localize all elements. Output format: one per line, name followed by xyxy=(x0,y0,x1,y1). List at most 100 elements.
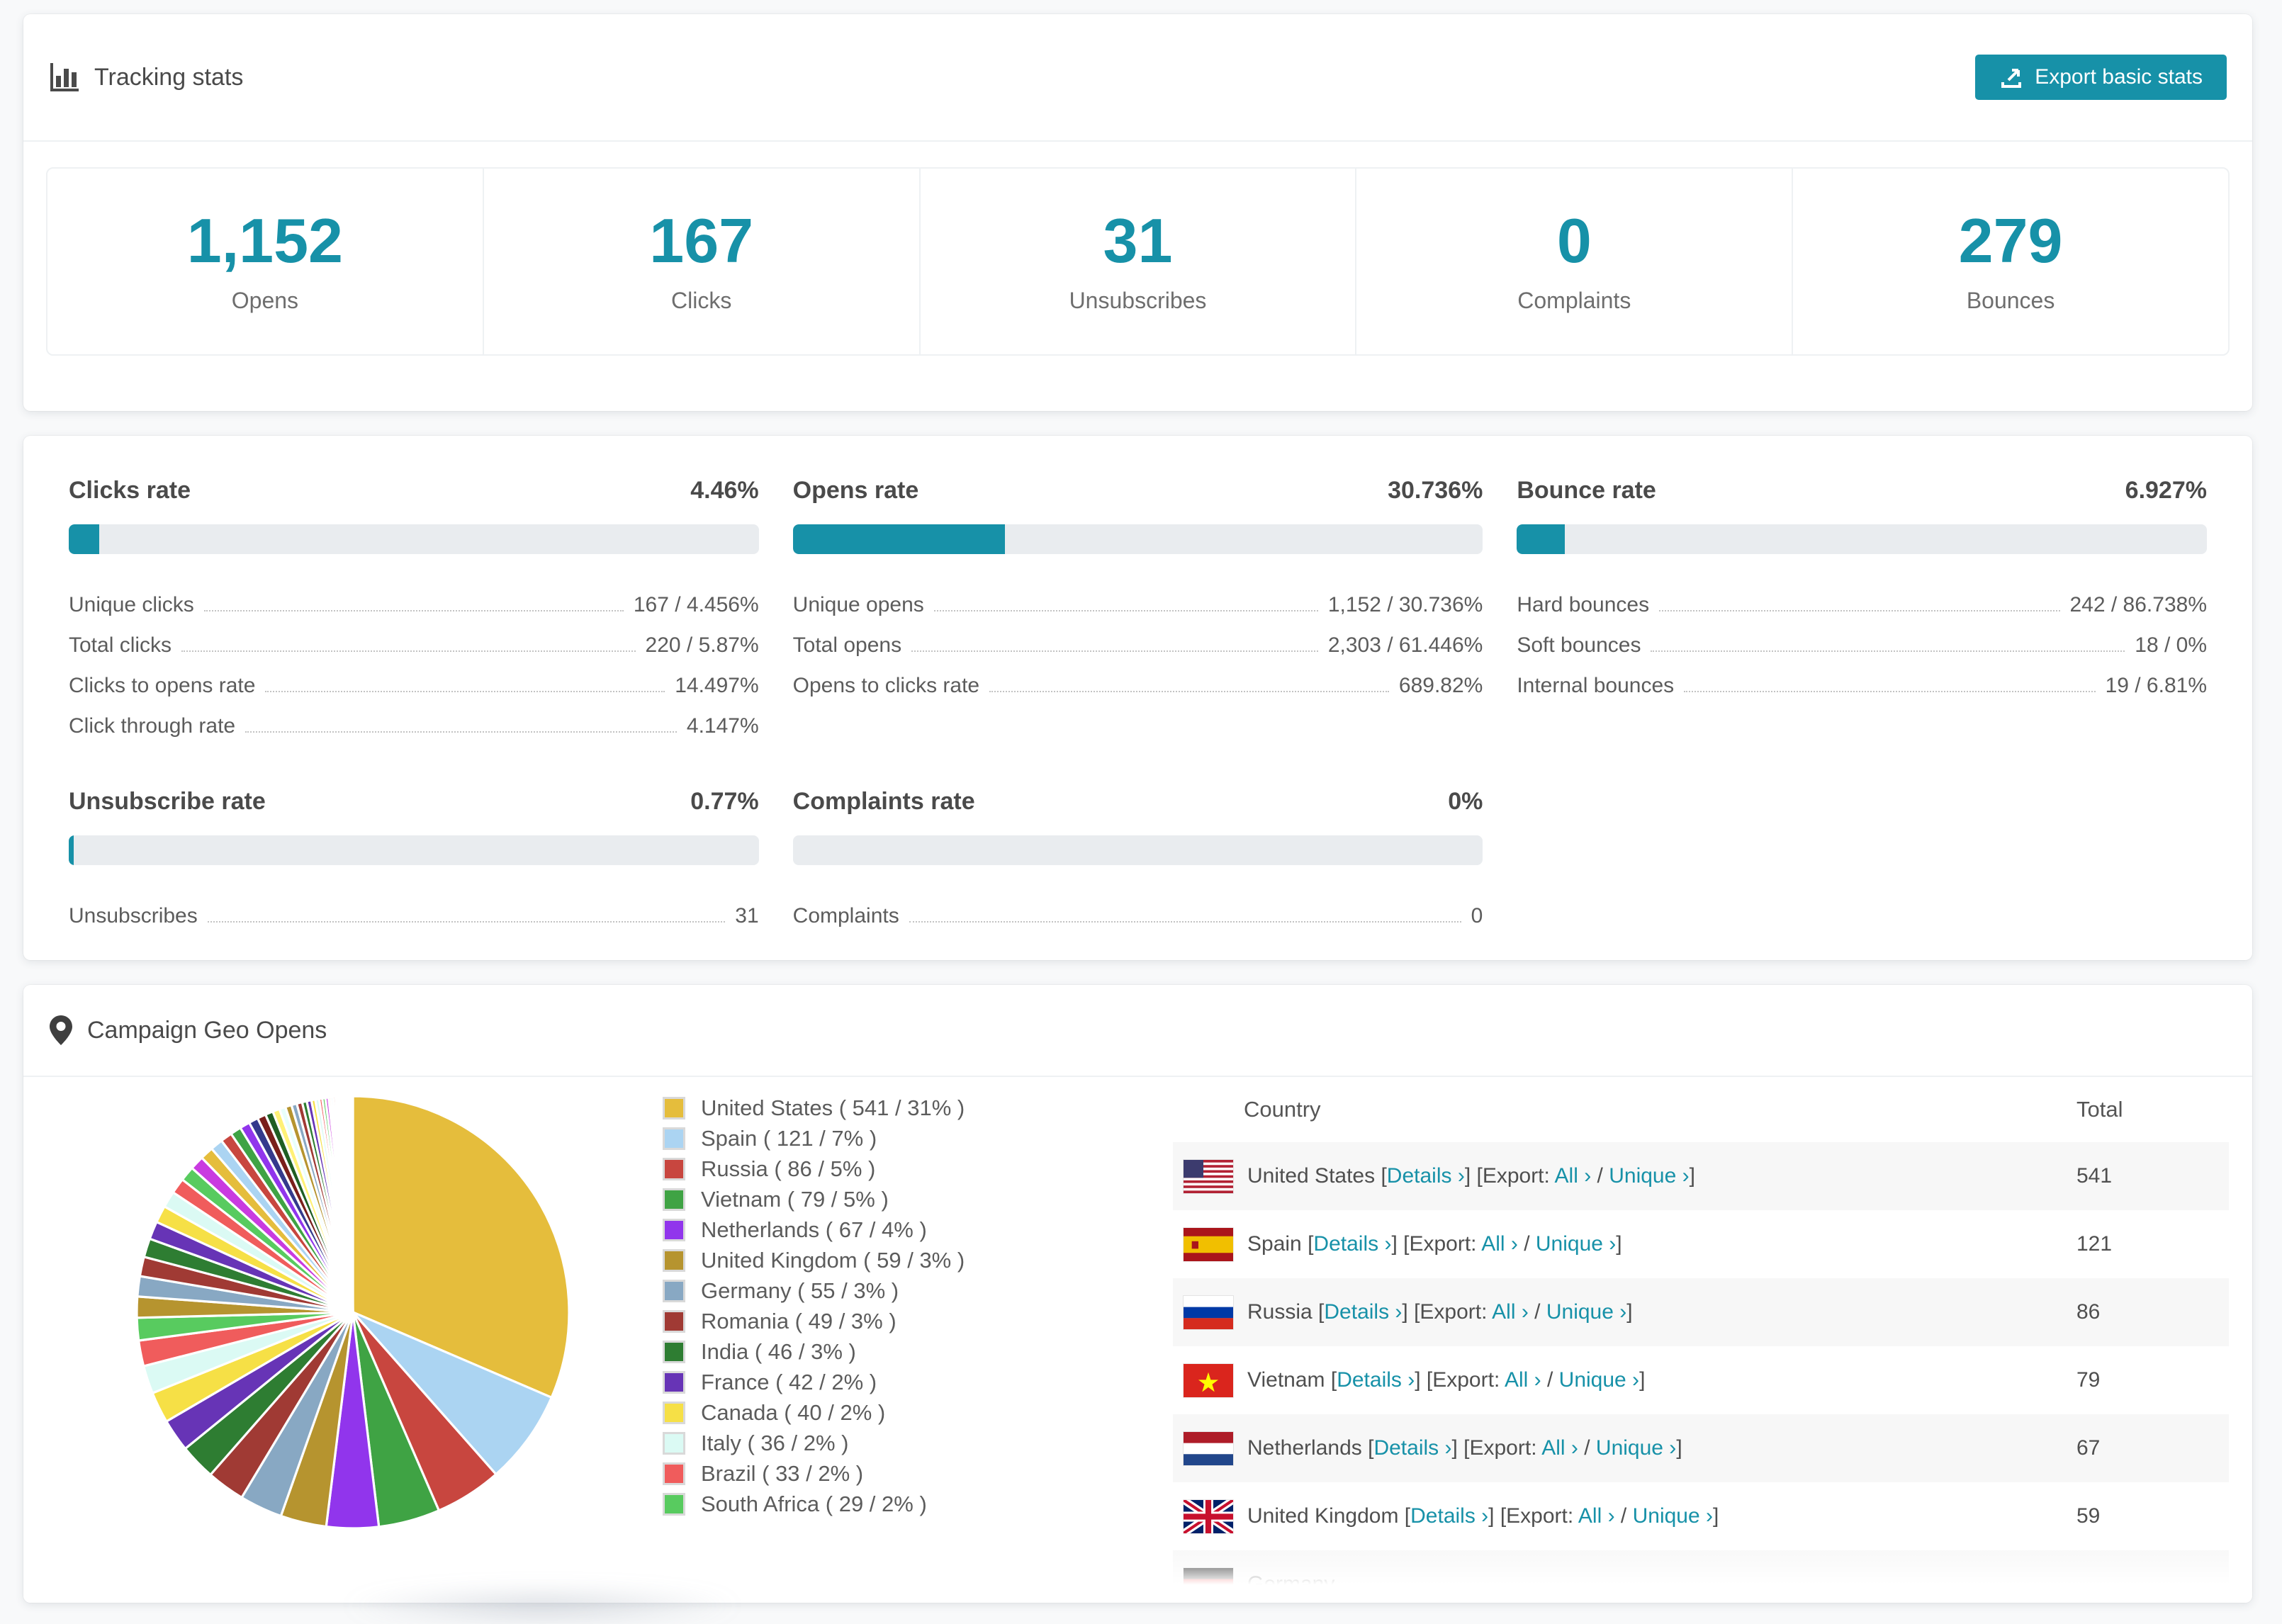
legend-swatch xyxy=(663,1248,685,1272)
rate-detail-value: 167 / 4.456% xyxy=(633,593,759,616)
legend-swatch xyxy=(663,1188,685,1211)
legend-item-germany: Germany ( 55 / 3% ) xyxy=(663,1275,965,1306)
stat-value: 279 xyxy=(1958,205,2063,276)
details-link[interactable]: Details › xyxy=(1387,1164,1465,1188)
campaign-geo-opens-card: Campaign Geo Opens United States ( 541 /… xyxy=(23,985,2252,1603)
export-basic-stats-button[interactable]: Export basic stats xyxy=(1975,55,2227,100)
legend-swatch xyxy=(663,1218,685,1241)
rate-detail-label: Total opens xyxy=(792,633,902,657)
legend-label: India ( 46 / 3% ) xyxy=(701,1338,856,1364)
dotted-leader xyxy=(203,610,624,611)
rate-detail-label: Unique opens xyxy=(792,593,924,616)
rate-value: 0.77% xyxy=(690,788,759,815)
geo-pie-chart xyxy=(84,1077,626,1603)
export-all-link[interactable]: All › xyxy=(1541,1436,1578,1460)
rate-detail-row: Unsubscribes 31 xyxy=(69,892,759,932)
stat-value: 31 xyxy=(1103,205,1173,276)
rate-detail-label: Opens to clicks rate xyxy=(792,674,980,697)
rate-detail-row: Hard bounces 242 / 86.738% xyxy=(1517,581,2207,621)
dotted-leader xyxy=(933,610,1318,611)
rate-value: 4.46% xyxy=(690,477,759,504)
country-name: United States xyxy=(1247,1164,1381,1188)
dotted-leader xyxy=(181,650,636,652)
legend-item-canada: Canada ( 40 / 2% ) xyxy=(663,1397,965,1428)
dotted-leader xyxy=(1651,650,2125,652)
details-link[interactable]: Details › xyxy=(1313,1232,1391,1256)
row-total: 86 xyxy=(2076,1300,2101,1324)
details-link[interactable]: Details › xyxy=(1410,1504,1488,1528)
country-name: Netherlands xyxy=(1247,1436,1368,1460)
country-name: Vietnam xyxy=(1247,1368,1331,1392)
legend-swatch xyxy=(663,1279,685,1302)
legend-item-france: France ( 42 / 2% ) xyxy=(663,1367,965,1397)
export-unique-link[interactable]: Unique › xyxy=(1536,1232,1616,1256)
legend-item-italy: Italy ( 36 / 2% ) xyxy=(663,1428,965,1458)
stat-label: Unsubscribes xyxy=(1069,287,1207,313)
table-row-netherlands: Netherlands [Details ›] [Export: All › /… xyxy=(1173,1414,2229,1482)
progress-bar-fill xyxy=(1517,524,1565,554)
rate-title: Bounce rate xyxy=(1517,477,1656,504)
legend-label: United States ( 541 / 31% ) xyxy=(701,1095,965,1120)
rate-detail-value: 31 xyxy=(735,904,759,927)
rate-detail-label: Unsubscribes xyxy=(69,904,198,927)
export-all-link[interactable]: All › xyxy=(1555,1164,1592,1188)
export-unique-link[interactable]: Unique › xyxy=(1559,1368,1639,1392)
stat-box-unsubscribes: 31 Unsubscribes xyxy=(921,169,1357,354)
row-total: 59 xyxy=(2076,1504,2101,1528)
rate-detail-value: 19 / 6.81% xyxy=(2105,674,2207,697)
legend-label: United Kingdom ( 59 / 3% ) xyxy=(701,1247,965,1273)
rate-detail-row: Unique clicks 167 / 4.456% xyxy=(69,581,759,621)
flag-us-icon xyxy=(1184,1159,1233,1193)
export-unique-link[interactable]: Unique › xyxy=(1609,1164,1689,1188)
rate-detail-value: 18 / 0% xyxy=(2135,633,2207,657)
details-link[interactable]: Details › xyxy=(1324,1300,1402,1324)
tracking-stats-title: Tracking stats xyxy=(94,63,244,91)
details-link[interactable]: Details › xyxy=(1337,1368,1415,1392)
legend-item-netherlands: Netherlands ( 67 / 4% ) xyxy=(663,1214,965,1245)
flag-vn-icon xyxy=(1184,1363,1233,1397)
table-row-russia: Russia [Details ›] [Export: All › / Uniq… xyxy=(1173,1278,2229,1346)
table-row-united-states: United States [Details ›] [Export: All ›… xyxy=(1173,1142,2229,1210)
progress-bar xyxy=(69,835,759,865)
map-pin-icon xyxy=(49,1015,73,1046)
rate-detail-value: 14.497% xyxy=(675,674,759,697)
rates-card: Clicks rate 4.46% Unique clicks 167 / 4.456… xyxy=(23,436,2252,960)
rate-detail-value: 0 xyxy=(1471,904,1483,927)
flag-gb-icon xyxy=(1184,1499,1233,1533)
legend-item-brazil: Brazil ( 33 / 2% ) xyxy=(663,1458,965,1489)
export-unique-link[interactable]: Unique › xyxy=(1633,1504,1713,1528)
export-all-link[interactable]: All › xyxy=(1578,1504,1615,1528)
legend-item-spain: Spain ( 121 / 7% ) xyxy=(663,1123,965,1154)
flag-ru-icon xyxy=(1184,1295,1233,1329)
dotted-leader xyxy=(989,691,1389,692)
rate-title: Clicks rate xyxy=(69,477,191,504)
progress-bar-fill xyxy=(69,524,100,554)
rate-value: 30.736% xyxy=(1388,477,1483,504)
country-name: Germany xyxy=(1247,1572,1335,1596)
flag-de-icon xyxy=(1184,1567,1233,1601)
legend-label: France ( 42 / 2% ) xyxy=(701,1369,877,1394)
details-link[interactable]: Details › xyxy=(1373,1436,1451,1460)
rate-detail-row: Opens to clicks rate 689.82% xyxy=(793,662,1483,702)
export-all-link[interactable]: All › xyxy=(1481,1232,1518,1256)
rate-detail-value: 242 / 86.738% xyxy=(2069,593,2208,616)
export-unique-link[interactable]: Unique › xyxy=(1546,1300,1626,1324)
export-unique-link[interactable]: Unique › xyxy=(1596,1436,1676,1460)
export-all-link[interactable]: All › xyxy=(1492,1300,1529,1324)
stat-label: Bounces xyxy=(1966,287,2055,313)
dotted-leader xyxy=(1659,610,2060,611)
pie-slice-other[interactable] xyxy=(351,1095,354,1314)
legend-item-south-africa: South Africa ( 29 / 2% ) xyxy=(663,1489,965,1519)
legend-label: Italy ( 36 / 2% ) xyxy=(701,1430,849,1455)
legend-swatch xyxy=(663,1340,685,1363)
dotted-leader xyxy=(245,731,677,733)
rate-detail-label: Unique clicks xyxy=(69,593,194,616)
rate-detail-label: Complaints xyxy=(792,904,899,927)
geo-title: Campaign Geo Opens xyxy=(87,1016,327,1044)
export-all-link[interactable]: All › xyxy=(1505,1368,1541,1392)
rate-detail-row: Internal bounces 19 / 6.81% xyxy=(1517,662,2207,702)
legend-label: Germany ( 55 / 3% ) xyxy=(701,1278,899,1303)
legend-label: Brazil ( 33 / 2% ) xyxy=(701,1460,864,1486)
dotted-leader xyxy=(909,921,1461,923)
legend-item-vietnam: Vietnam ( 79 / 5% ) xyxy=(663,1184,965,1214)
